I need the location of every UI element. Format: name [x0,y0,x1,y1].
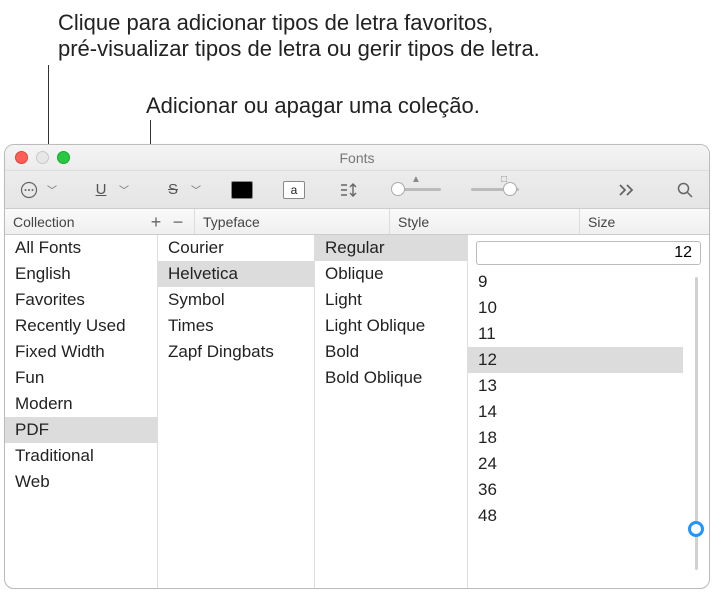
chevrons-right-icon [618,183,636,197]
header-size: Size [588,214,615,230]
strikethrough-menu[interactable]: S ﹀ [159,179,201,201]
header-collection: Collection [13,214,74,230]
list-item[interactable]: Recently Used [5,313,157,339]
list-item[interactable]: PDF [5,417,157,443]
list-item[interactable]: 10 [468,295,683,321]
document-color-label: a [291,183,298,197]
collections-list[interactable]: All FontsEnglishFavoritesRecently UsedFi… [5,235,158,588]
shadow-blur-slider[interactable]: □ [471,188,519,191]
list-item[interactable]: All Fonts [5,235,157,261]
list-item[interactable]: Fixed Width [5,339,157,365]
strikethrough-icon: S [159,179,187,201]
text-color-swatch[interactable] [231,181,253,199]
list-item[interactable]: 24 [468,451,683,477]
more-tools-button[interactable] [613,179,641,201]
list-item[interactable]: 36 [468,477,683,503]
list-item[interactable]: Courier [158,235,314,261]
list-item[interactable]: Light [315,287,467,313]
list-item[interactable]: Helvetica [158,261,314,287]
fonts-window: Fonts ﹀ U ﹀ S ﹀ a [4,144,710,589]
shadow-opacity-slider[interactable]: ▲ [393,188,441,191]
list-item[interactable]: 11 [468,321,683,347]
list-item[interactable]: Times [158,313,314,339]
list-item[interactable]: Bold [315,339,467,365]
document-color-swatch[interactable]: a [283,181,305,199]
window-close-button[interactable] [15,151,28,164]
list-item[interactable]: Oblique [315,261,467,287]
size-input[interactable] [476,241,701,265]
list-item[interactable]: Traditional [5,443,157,469]
list-item[interactable]: 14 [468,399,683,425]
header-style: Style [398,214,429,230]
chevron-down-icon: ﹀ [191,182,201,197]
window-zoom-button[interactable] [57,151,70,164]
triangle-up-icon: ▲ [411,174,421,185]
search-button[interactable] [671,179,699,201]
list-item[interactable]: Regular [315,235,467,261]
search-icon [676,181,694,199]
list-item[interactable]: Symbol [158,287,314,313]
header-typeface: Typeface [203,214,260,230]
typefaces-list[interactable]: CourierHelveticaSymbolTimesZapf Dingbats [158,235,315,588]
styles-list[interactable]: RegularObliqueLightLight ObliqueBoldBold… [315,235,468,588]
list-item[interactable]: 13 [468,373,683,399]
list-item[interactable]: 12 [468,347,683,373]
list-item[interactable]: Fun [5,365,157,391]
titlebar: Fonts [5,145,709,171]
list-item[interactable]: Modern [5,391,157,417]
size-slider[interactable] [683,269,709,588]
add-collection-button[interactable]: + [148,213,164,231]
list-item[interactable]: Zapf Dingbats [158,339,314,365]
column-headers: Collection + − Typeface Style Size [5,209,709,235]
chevron-down-icon: ﹀ [119,182,129,197]
spacing-icon[interactable] [335,179,363,201]
size-list[interactable]: 9101112131418243648 [468,269,683,588]
list-item[interactable]: 9 [468,269,683,295]
underline-icon: U [87,179,115,201]
underline-menu[interactable]: U ﹀ [87,179,129,201]
callout-text-1a: Clique para adicionar tipos de letra fav… [58,10,540,36]
list-item[interactable]: 48 [468,503,683,529]
list-item[interactable]: Light Oblique [315,313,467,339]
window-minimize-button[interactable] [36,151,49,164]
more-menu[interactable]: ﹀ [15,179,57,201]
ellipsis-circle-icon [15,179,43,201]
list-item[interactable]: Bold Oblique [315,365,467,391]
window-title: Fonts [339,150,374,166]
chevron-down-icon: ﹀ [47,182,57,197]
toolbar: ﹀ U ﹀ S ﹀ a ▲ [5,171,709,209]
list-item[interactable]: Web [5,469,157,495]
slider-thumb[interactable] [688,521,704,537]
remove-collection-button[interactable]: − [170,213,186,231]
list-item[interactable]: Favorites [5,287,157,313]
list-item[interactable]: 18 [468,425,683,451]
list-item[interactable]: English [5,261,157,287]
callout-text-2: Adicionar ou apagar uma coleção. [146,93,480,119]
callout-text-1b: pré-visualizar tipos de letra ou gerir t… [58,36,540,62]
